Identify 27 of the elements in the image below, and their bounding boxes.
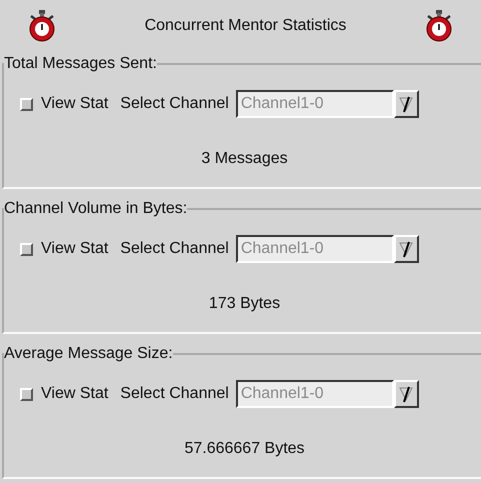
view-stat-label: View Stat	[41, 384, 108, 404]
channel-dropdown[interactable]: Channel1-0	[236, 235, 394, 263]
statistic-value: 173 Bytes	[208, 294, 280, 314]
stopwatch-icon	[424, 10, 454, 42]
dropdown-arrow-icon	[399, 240, 414, 258]
channel-dropdown[interactable]: Channel1-0	[236, 90, 394, 118]
statistic-value: 3 Messages	[201, 149, 288, 169]
dropdown-button[interactable]	[394, 235, 419, 263]
view-stat-label: View Stat	[41, 94, 108, 114]
select-channel-label: Select Channel	[120, 384, 229, 404]
statistic-value: 57.666667 Bytes	[184, 439, 305, 459]
dropdown-arrow-icon	[399, 385, 414, 403]
channel-dropdown[interactable]: Channel1-0	[236, 380, 394, 408]
select-channel-label: Select Channel	[120, 239, 229, 259]
group-label: Average Message Size:	[4, 344, 173, 364]
stopwatch-icon	[27, 10, 57, 42]
view-stat-checkbox[interactable]	[20, 242, 33, 256]
group-label: Total Messages Sent:	[4, 54, 157, 74]
view-stat-checkbox[interactable]	[20, 98, 33, 110]
dropdown-arrow-icon	[399, 95, 414, 113]
dropdown-button[interactable]	[394, 380, 419, 408]
dropdown-button[interactable]	[394, 90, 419, 118]
group-label: Channel Volume in Bytes:	[4, 199, 188, 219]
view-stat-label: View Stat	[41, 239, 108, 259]
select-channel-label: Select Channel	[120, 94, 229, 114]
view-stat-checkbox[interactable]	[20, 388, 33, 400]
window-title: Concurrent Mentor Statistics	[144, 16, 346, 36]
